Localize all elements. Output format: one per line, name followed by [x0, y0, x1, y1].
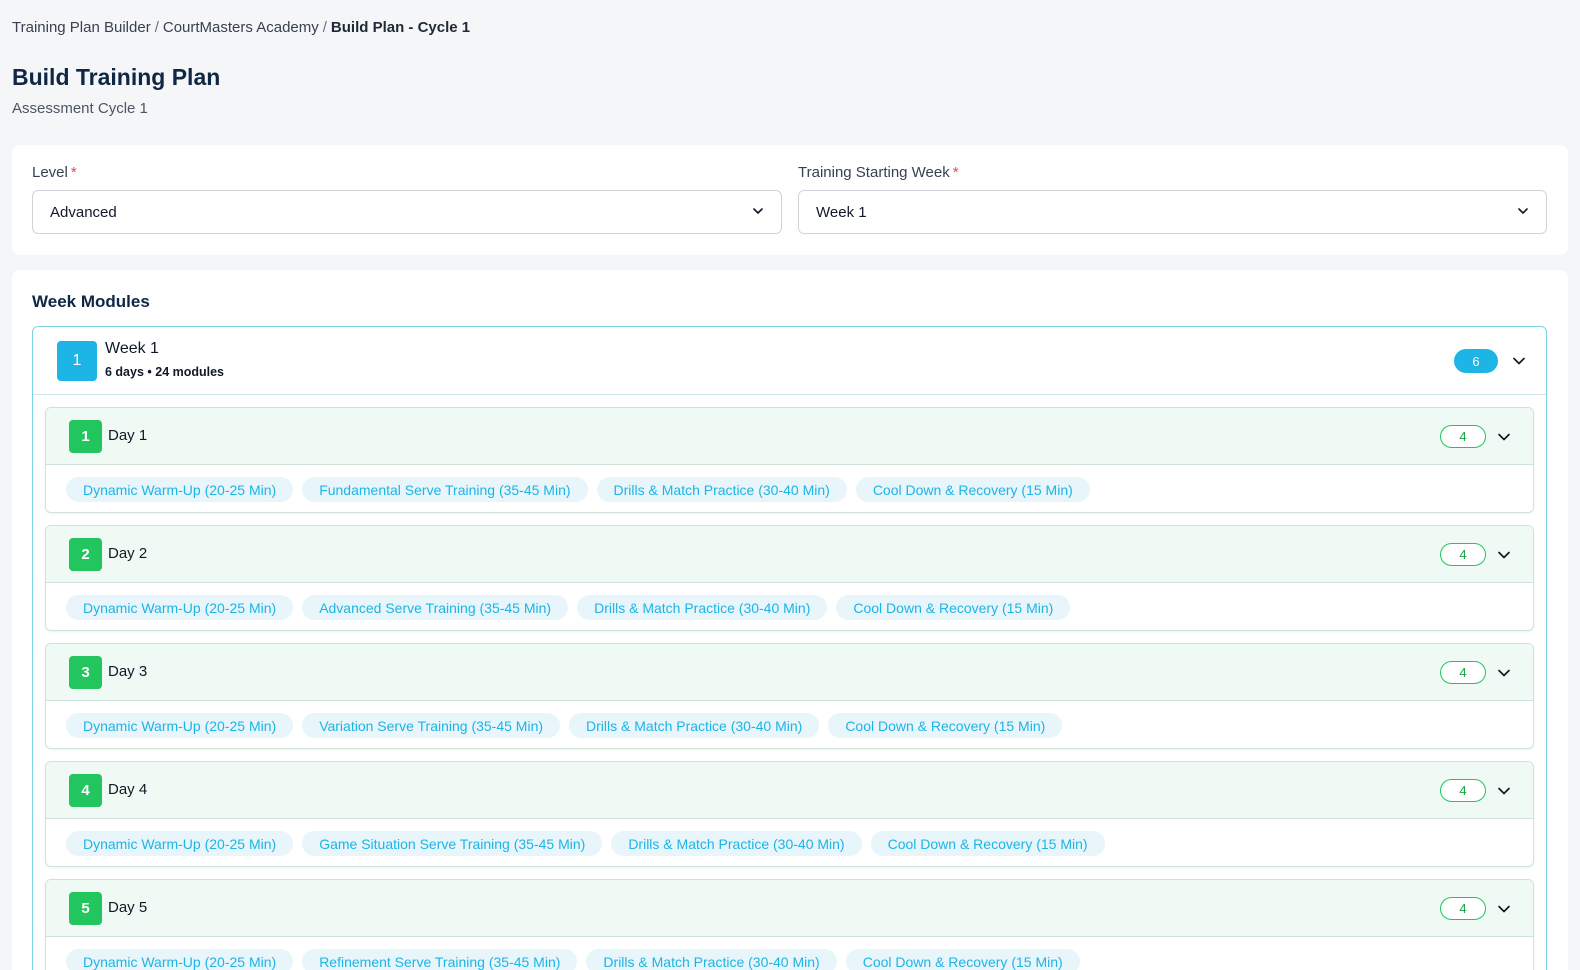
day-title: Day 4 — [108, 781, 148, 798]
module-tag[interactable]: Drills & Match Practice (30-40 Min) — [586, 949, 837, 970]
start-week-label-text: Training Starting Week — [798, 164, 950, 181]
level-label: Level * — [32, 164, 77, 181]
day-title: Day 3 — [108, 663, 148, 680]
module-tag-list: Dynamic Warm-Up (20-25 Min) Advanced Ser… — [66, 595, 1071, 620]
day-number-badge: 2 — [69, 538, 102, 571]
module-tag[interactable]: Dynamic Warm-Up (20-25 Min) — [66, 595, 294, 620]
breadcrumb: Training Plan Builder / CourtMasters Acade… — [12, 19, 470, 36]
module-tag[interactable]: Dynamic Warm-Up (20-25 Min) — [66, 831, 294, 856]
required-marker: * — [952, 164, 959, 181]
chevron-down-icon[interactable] — [1497, 548, 1511, 562]
module-tag[interactable]: Cool Down & Recovery (15 Min) — [870, 831, 1105, 856]
module-tag[interactable]: Cool Down & Recovery (15 Min) — [828, 713, 1063, 738]
module-tag[interactable]: Refinement Serve Training (35-45 Min) — [302, 949, 578, 970]
module-tag-list: Dynamic Warm-Up (20-25 Min) Variation Se… — [66, 713, 1063, 738]
level-select[interactable]: Advanced — [32, 190, 782, 234]
level-select-value: Advanced — [50, 203, 117, 221]
day-title: Day 2 — [108, 545, 148, 562]
breadcrumb-link-academy[interactable]: CourtMasters Academy — [163, 19, 319, 36]
breadcrumb-separator: / — [154, 19, 159, 36]
day-header[interactable]: 2 Day 2 4 — [46, 526, 1533, 583]
day-header[interactable]: 1 Day 1 4 — [46, 408, 1533, 465]
day-header[interactable]: 4 Day 4 4 — [46, 762, 1533, 819]
week-day-count-badge: 6 — [1454, 349, 1498, 373]
module-tag[interactable]: Dynamic Warm-Up (20-25 Min) — [66, 713, 294, 738]
plan-settings-card: Level * Advanced Training Starting Week * … — [12, 145, 1568, 255]
page-title: Build Training Plan — [12, 64, 221, 90]
module-tag-list: Dynamic Warm-Up (20-25 Min) Refinement S… — [66, 949, 1080, 970]
module-tag[interactable]: Dynamic Warm-Up (20-25 Min) — [66, 477, 294, 502]
day-number-badge: 3 — [69, 656, 102, 689]
week-meta: 6 days • 24 modules — [105, 365, 225, 379]
day-header[interactable]: 3 Day 3 4 — [46, 644, 1533, 701]
module-tag[interactable]: Cool Down & Recovery (15 Min) — [855, 477, 1090, 502]
week-header[interactable]: 1 Week 1 6 days • 24 modules 6 — [33, 327, 1546, 395]
breadcrumb-separator: / — [322, 19, 327, 36]
week-title: Week 1 — [105, 340, 159, 357]
module-tag[interactable]: Drills & Match Practice (30-40 Min) — [569, 713, 820, 738]
chevron-down-icon[interactable] — [1497, 666, 1511, 680]
day-title: Day 5 — [108, 899, 148, 916]
module-tag[interactable]: Cool Down & Recovery (15 Min) — [845, 949, 1080, 970]
day-panel: 1 Day 1 4 Dynamic Warm-Up (20-25 Min) Fu… — [45, 407, 1534, 513]
level-label-text: Level — [32, 164, 68, 181]
module-tag[interactable]: Drills & Match Practice (30-40 Min) — [596, 477, 847, 502]
module-tag[interactable]: Drills & Match Practice (30-40 Min) — [577, 595, 828, 620]
day-number-badge: 5 — [69, 892, 102, 925]
module-tag[interactable]: Game Situation Serve Training (35-45 Min… — [302, 831, 603, 856]
day-panel: 2 Day 2 4 Dynamic Warm-Up (20-25 Min) Ad… — [45, 525, 1534, 631]
chevron-down-icon[interactable] — [1512, 354, 1526, 368]
breadcrumb-link-plan-builder[interactable]: Training Plan Builder — [12, 19, 151, 36]
chevron-down-icon[interactable] — [1497, 430, 1511, 444]
module-tag[interactable]: Drills & Match Practice (30-40 Min) — [611, 831, 862, 856]
day-module-count-badge: 4 — [1440, 779, 1486, 802]
day-module-count-badge: 4 — [1440, 661, 1486, 684]
day-module-count-badge: 4 — [1440, 897, 1486, 920]
day-number-badge: 4 — [69, 774, 102, 807]
week-modules-card: Week Modules 1 Week 1 6 days • 24 module… — [12, 270, 1568, 970]
module-tag[interactable]: Fundamental Serve Training (35-45 Min) — [302, 477, 588, 502]
week-panel: 1 Week 1 6 days • 24 modules 6 1 Day 1 4… — [32, 326, 1547, 970]
week-modules-title: Week Modules — [32, 292, 150, 311]
day-module-count-badge: 4 — [1440, 543, 1486, 566]
day-panel: 4 Day 4 4 Dynamic Warm-Up (20-25 Min) Ga… — [45, 761, 1534, 867]
week-number-badge: 1 — [57, 341, 97, 381]
day-number-badge: 1 — [69, 420, 102, 453]
required-marker: * — [70, 164, 77, 181]
module-tag[interactable]: Advanced Serve Training (35-45 Min) — [302, 595, 569, 620]
day-module-count-badge: 4 — [1440, 425, 1486, 448]
day-panel: 3 Day 3 4 Dynamic Warm-Up (20-25 Min) Va… — [45, 643, 1534, 749]
chevron-down-icon[interactable] — [1497, 784, 1511, 798]
start-week-select-value: Week 1 — [816, 203, 867, 221]
day-header[interactable]: 5 Day 5 4 — [46, 880, 1533, 937]
chevron-down-icon — [1518, 208, 1528, 214]
module-tag[interactable]: Variation Serve Training (35-45 Min) — [302, 713, 561, 738]
day-panel: 5 Day 5 4 Dynamic Warm-Up (20-25 Min) Re… — [45, 879, 1534, 970]
start-week-label: Training Starting Week * — [798, 164, 959, 181]
module-tag[interactable]: Dynamic Warm-Up (20-25 Min) — [66, 949, 294, 970]
module-tag[interactable]: Cool Down & Recovery (15 Min) — [836, 595, 1071, 620]
module-tag-list: Dynamic Warm-Up (20-25 Min) Fundamental … — [66, 477, 1090, 502]
module-tag-list: Dynamic Warm-Up (20-25 Min) Game Situati… — [66, 831, 1105, 856]
start-week-select[interactable]: Week 1 — [798, 190, 1547, 234]
day-title: Day 1 — [108, 427, 148, 444]
breadcrumb-current: Build Plan - Cycle 1 — [330, 19, 471, 36]
chevron-down-icon — [753, 208, 763, 214]
chevron-down-icon[interactable] — [1497, 902, 1511, 916]
page-subtitle: Assessment Cycle 1 — [12, 100, 148, 117]
